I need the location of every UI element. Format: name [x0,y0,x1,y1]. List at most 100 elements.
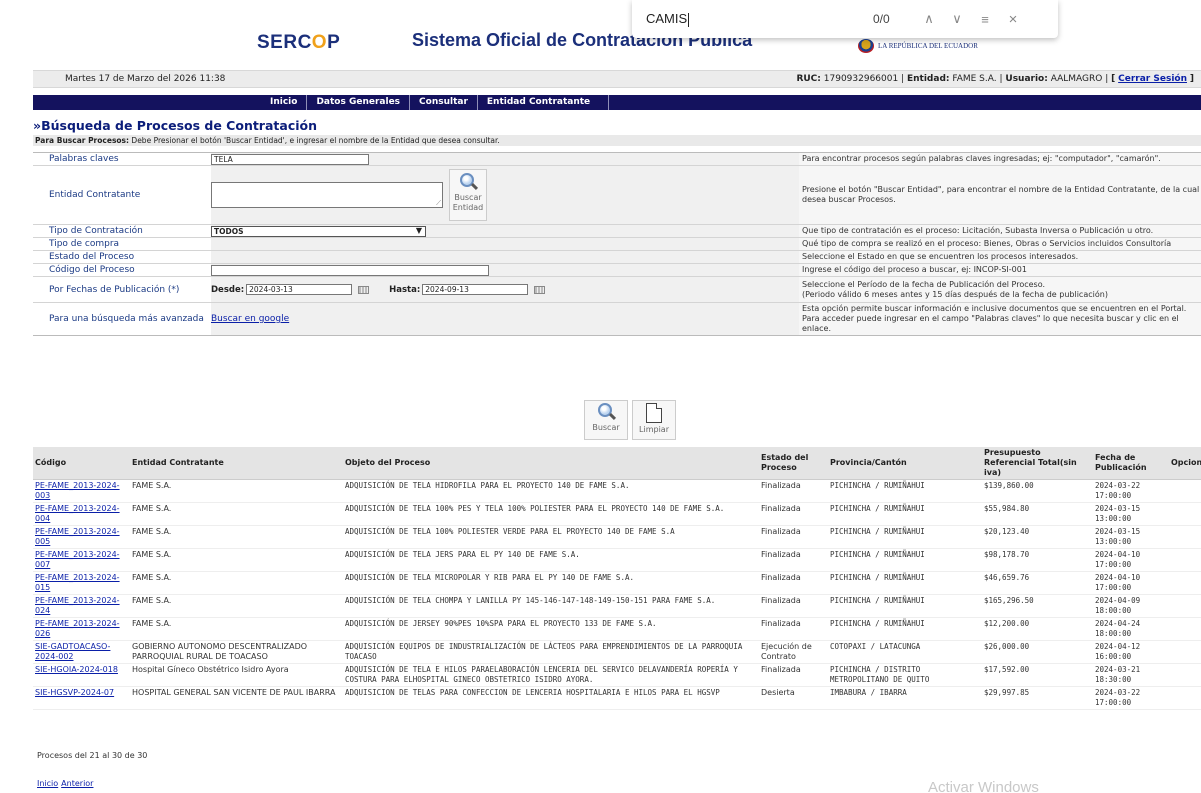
process-code-link[interactable]: PE-FAME_2013-2024-004 [35,504,120,523]
entity-cell: HOSPITAL GENERAL SAN VICENTE DE PAUL IBA… [130,686,343,710]
col-fecha[interactable]: Fecha de Publicación [1093,447,1169,480]
entidad-contratante-textarea[interactable] [211,182,443,208]
table-row: PE-FAME_2013-2024-015 FAME S.A. ADQUISICIÓ… [33,571,1201,595]
date-cell: 2024-04-10 17:00:00 [1093,548,1169,572]
nav-consultar[interactable]: Consultar [410,95,478,110]
entidad-contratante-help: Presione el botón "Buscar Entidad", para… [799,166,1201,224]
status-cell: Finalizada [759,479,828,503]
find-input[interactable]: CAMIS [646,11,836,27]
options-cell [1169,571,1201,595]
nav-datos-generales[interactable]: Datos Generales [307,95,411,110]
buscar-button[interactable]: Buscar [584,400,628,440]
province-cell: PICHINCHA / DISTRITO METROPOLITANO DE QU… [828,663,982,687]
calendar-icon[interactable] [534,285,546,294]
status-cell: Finalizada [759,594,828,618]
find-previous-chevron-up-icon[interactable]: ∧ [917,11,941,27]
nav-entidad-contratante[interactable]: Entidad Contratante [478,95,610,110]
estado-proceso-label: Estado del Proceso [33,251,211,263]
tipo-contratacion-help: Que tipo de contratación es el proceso: … [799,225,1201,237]
palabras-claves-input[interactable]: TELA [211,153,369,165]
row-busqueda-avanzada: Para una búsqueda más avanzada Buscar en… [33,303,1201,335]
status-cell: Finalizada [759,548,828,572]
status-cell: Finalizada [759,525,828,549]
object-cell: ADQUISICIÓN DE JERSEY 90%PES 10%SPA PARA… [343,617,759,641]
buscar-en-google-link[interactable]: Buscar en google [211,314,289,324]
object-cell: ADQUISICIÓN DE TELA JERS PARA EL PY 140 … [343,548,759,572]
process-code-link[interactable]: PE-FAME_2013-2024-015 [35,573,120,592]
nav-inicio[interactable]: Inicio [261,95,308,110]
object-cell: ADQUISICIÓN DE TELA 100% PES Y TELA 100%… [343,502,759,526]
process-code-link[interactable]: SIE-HGOIA-2024-018 [35,665,118,674]
status-cell: Finalizada [759,502,828,526]
province-cell: PICHINCHA / RUMIÑAHUI [828,479,982,503]
pagination-inicio-link[interactable]: Inicio [37,779,58,788]
table-row: PE-FAME_2013-2024-004 FAME S.A. ADQUISICIÓ… [33,502,1201,526]
buscar-entidad-button[interactable]: Buscar Entidad [449,169,487,221]
codigo-proceso-help: Ingrese el código del proceso a buscar, … [799,264,1201,276]
find-close-icon[interactable]: × [1001,11,1025,28]
col-provincia[interactable]: Provincia/Cantón [828,447,982,480]
object-cell: ADQUISICIÓN EQUIPOS DE INDUSTRIALIZACIÓN… [343,640,759,664]
budget-cell: $12,200.00 [982,617,1093,641]
process-code-link[interactable]: PE-FAME_2013-2024-024 [35,596,120,615]
entity-cell: FAME S.A. [130,594,343,618]
province-cell: PICHINCHA / RUMIÑAHUI [828,594,982,618]
palabras-claves-help: Para encontrar procesos según palabras c… [799,153,1201,165]
fechas-publicacion-label: Por Fechas de Publicación (*) [33,277,211,302]
process-code-link[interactable]: PE-FAME_2013-2024-007 [35,550,120,569]
logout-link[interactable]: Cerrar Sesión [1118,74,1187,84]
busqueda-avanzada-help: Esta opción permite buscar información e… [799,303,1201,335]
table-row: SIE-HGSVP-2024-07 HOSPITAL GENERAL SAN VI… [33,686,1201,710]
find-next-chevron-down-icon[interactable]: ∨ [945,11,969,27]
find-options-menu-icon[interactable]: ≡ [973,12,997,27]
limpiar-button[interactable]: Limpiar [632,400,676,440]
process-code-link[interactable]: PE-FAME_2013-2024-026 [35,619,120,638]
search-magnifier-icon [459,173,479,191]
date-cell: 2024-04-10 17:00:00 [1093,571,1169,595]
row-tipo-contratacion: Tipo de Contratación TODOS ▼ Que tipo de … [33,225,1201,238]
tipo-compra-label: Tipo de compra [33,238,211,250]
options-cell [1169,686,1201,710]
blank-document-icon [646,403,662,423]
entity-cell: FAME S.A. [130,571,343,595]
col-codigo[interactable]: Código [33,447,130,480]
table-row: PE-FAME_2013-2024-026 FAME S.A. ADQUISICIÓ… [33,617,1201,641]
col-presupuesto[interactable]: Presupuesto Referencial Total(sin iva) [982,447,1093,480]
province-cell: COTOPAXI / LATACUNGA [828,640,982,664]
date-cell: 2024-03-15 13:00:00 [1093,525,1169,549]
entity-cell: FAME S.A. [130,617,343,641]
table-row: SIE-GADTOACASO-2024-002 GOBIERNO AUTONOMO… [33,640,1201,664]
process-code-link[interactable]: PE-FAME_2013-2024-005 [35,527,120,546]
col-objeto[interactable]: Objeto del Proceso [343,447,759,480]
date-cell: 2024-03-22 17:00:00 [1093,479,1169,503]
current-date: Martes 17 de Marzo del 2026 11:38 [65,74,226,84]
pagination-anterior-link[interactable]: Anterior [61,779,93,788]
col-opciones: Opciones [1169,447,1201,480]
codigo-proceso-input[interactable] [211,264,489,276]
table-header-row: Código Entidad Contratante Objeto del Pr… [33,447,1201,480]
search-magnifier-icon [597,403,617,421]
chevron-down-icon: ▼ [415,225,422,235]
status-cell: Desierta [759,686,828,710]
row-estado-proceso: Estado del Proceso Seleccione el Estado … [33,251,1201,264]
fecha-hasta-input[interactable]: 2024-09-13 [422,284,529,295]
table-row: PE-FAME_2013-2024-003 FAME S.A. ADQUISICIÓ… [33,479,1201,503]
col-entidad[interactable]: Entidad Contratante [130,447,343,480]
date-cell: 2024-04-09 18:00:00 [1093,594,1169,618]
activation-watermark: Activar Windows [928,779,1039,793]
user-info: RUC: 1790932966001 | Entidad: FAME S.A. … [796,74,1194,84]
calendar-icon[interactable] [358,285,370,294]
palabras-claves-label: Palabras claves [33,153,211,165]
options-cell [1169,502,1201,526]
budget-cell: $17,592.00 [982,663,1093,687]
col-estado[interactable]: Estado del Proceso [759,447,828,480]
budget-cell: $26,000.00 [982,640,1093,664]
process-code-link[interactable]: SIE-GADTOACASO-2024-002 [35,642,110,661]
busqueda-avanzada-label: Para una búsqueda más avanzada [33,303,211,335]
fechas-help: Seleccione el Período de la fecha de Pub… [799,277,1201,302]
fecha-desde-input[interactable]: 2024-03-13 [246,284,353,295]
process-code-link[interactable]: PE-FAME_2013-2024-003 [35,481,120,500]
tipo-contratacion-select[interactable]: TODOS ▼ [211,225,426,237]
budget-cell: $98,178.70 [982,548,1093,572]
process-code-link[interactable]: SIE-HGSVP-2024-07 [35,688,114,697]
